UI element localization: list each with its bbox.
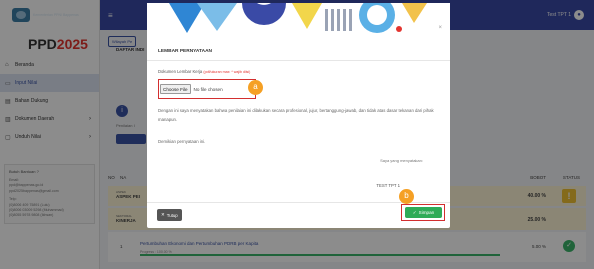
decorative-shapes-icon [169,3,427,33]
close-icon[interactable]: × [438,25,442,31]
save-button[interactable]: ✓ Simpan [405,207,442,218]
closing-text: Demikian pernyataan ini. [158,139,206,144]
annotation-marker-a: a [248,80,263,95]
modal-title: LEMBAR PERNYATAAN [158,49,213,54]
check-icon: ✓ [412,209,417,215]
close-x-icon: ✕ [161,212,165,217]
modal-banner-graphic [147,3,450,39]
required-note: (pdf/ukuran max: * wajib diisi) [203,70,251,74]
file-status-text: No file chosen [193,86,223,92]
divider [147,60,450,61]
annotation-marker-b: b [399,189,414,204]
document-field-label: Dokumen Lembar Kerja (pdf/ukuran max: * … [158,69,251,74]
statement-text: Dengan ini saya menyatakan bahwa penilai… [158,108,434,123]
declarant-label: Saya yang menyatakan: [380,158,423,163]
file-upload-field[interactable]: Choose File No file chosen [158,79,256,99]
close-button[interactable]: ✕ Tutup [157,209,182,221]
choose-file-button[interactable]: Choose File [160,84,191,94]
signer-name: TEST TPT 1 [376,183,400,188]
